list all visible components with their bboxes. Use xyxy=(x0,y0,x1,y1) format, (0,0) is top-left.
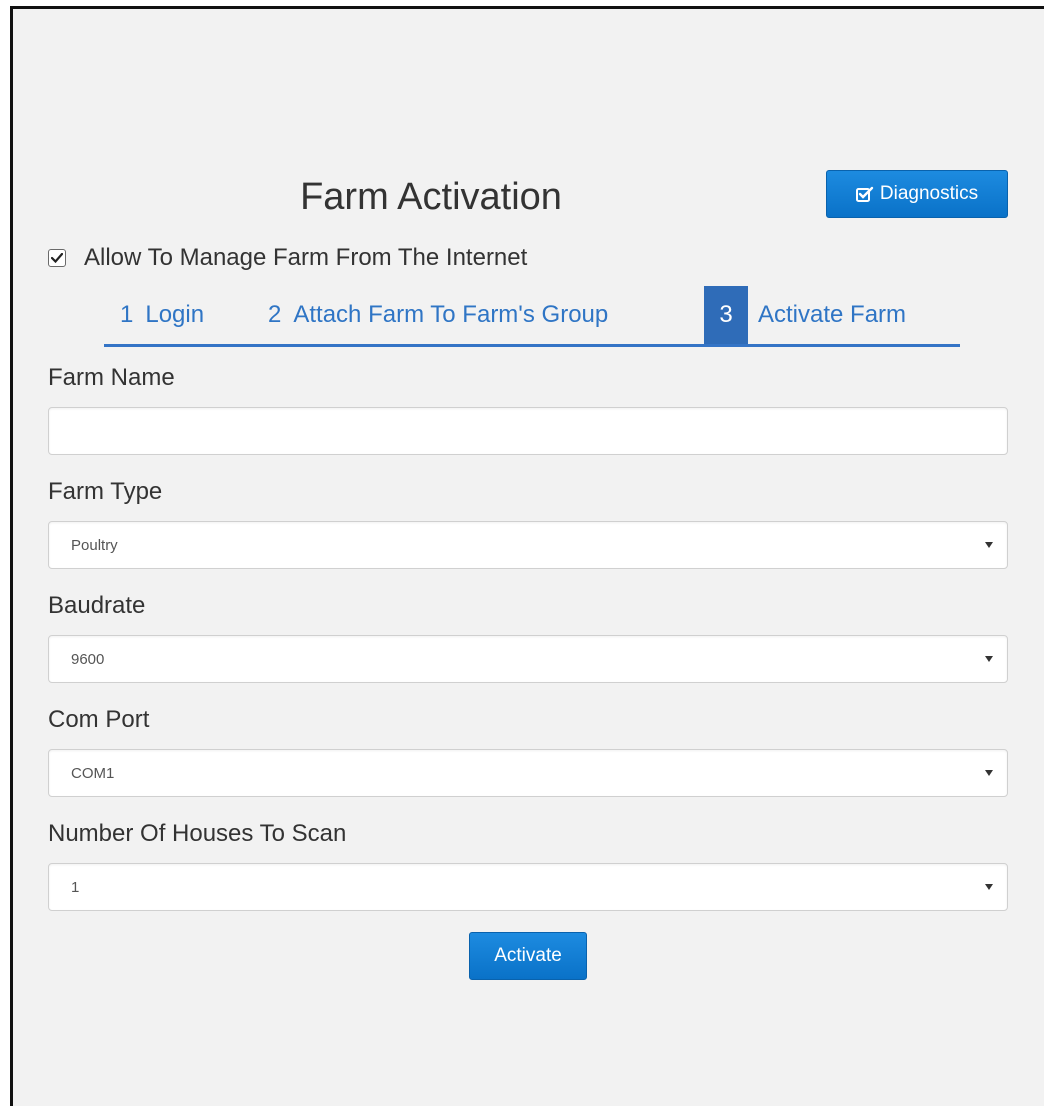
step-label: Attach Farm To Farm's Group xyxy=(293,301,609,328)
com-port-label: Com Port xyxy=(48,706,150,733)
farm-type-label: Farm Type xyxy=(48,478,163,505)
caret-down-icon xyxy=(985,636,993,682)
caret-down-icon xyxy=(985,750,993,796)
baudrate-value: 9600 xyxy=(71,650,105,668)
allow-internet-label: Allow To Manage Farm From The Internet xyxy=(84,244,528,271)
step-attach-farm[interactable]: 2 Attach Farm To Farm's Group xyxy=(268,286,608,344)
farm-type-value: Poultry xyxy=(71,536,118,554)
houses-select[interactable]: 1 xyxy=(48,863,1008,911)
baudrate-label: Baudrate xyxy=(48,592,146,619)
check-icon xyxy=(51,253,63,263)
checkbox-edit-icon xyxy=(855,186,874,202)
houses-value: 1 xyxy=(71,878,80,896)
page-title: Farm Activation xyxy=(300,176,562,218)
step-activate-farm[interactable]: Activate Farm xyxy=(758,286,906,344)
allow-internet-row[interactable]: Allow To Manage Farm From The Internet xyxy=(48,240,527,276)
baudrate-select[interactable]: 9600 xyxy=(48,635,1008,683)
step-number: 1 xyxy=(120,301,134,328)
activate-button[interactable]: Activate xyxy=(469,932,587,980)
farm-type-select[interactable]: Poultry xyxy=(48,521,1008,569)
step-number: 2 xyxy=(268,301,282,328)
caret-down-icon xyxy=(985,522,993,568)
diagnostics-button-label: Diagnostics xyxy=(879,183,979,204)
step-number-active: 3 xyxy=(704,286,748,344)
com-port-value: COM1 xyxy=(71,764,115,782)
houses-label: Number Of Houses To Scan xyxy=(48,820,347,847)
farm-name-label: Farm Name xyxy=(48,364,175,391)
caret-down-icon xyxy=(985,864,993,910)
farm-name-input[interactable] xyxy=(48,407,1008,455)
step-label: Activate Farm xyxy=(758,301,907,328)
allow-internet-checkbox[interactable] xyxy=(48,249,66,267)
step-login[interactable]: 1 Login xyxy=(120,286,204,344)
diagnostics-button[interactable]: Diagnostics xyxy=(826,170,1008,218)
com-port-select[interactable]: COM1 xyxy=(48,749,1008,797)
wizard-steps: 1 Login 2 Attach Farm To Farm's Group 3 … xyxy=(104,286,960,347)
step-label: Login xyxy=(145,301,205,328)
